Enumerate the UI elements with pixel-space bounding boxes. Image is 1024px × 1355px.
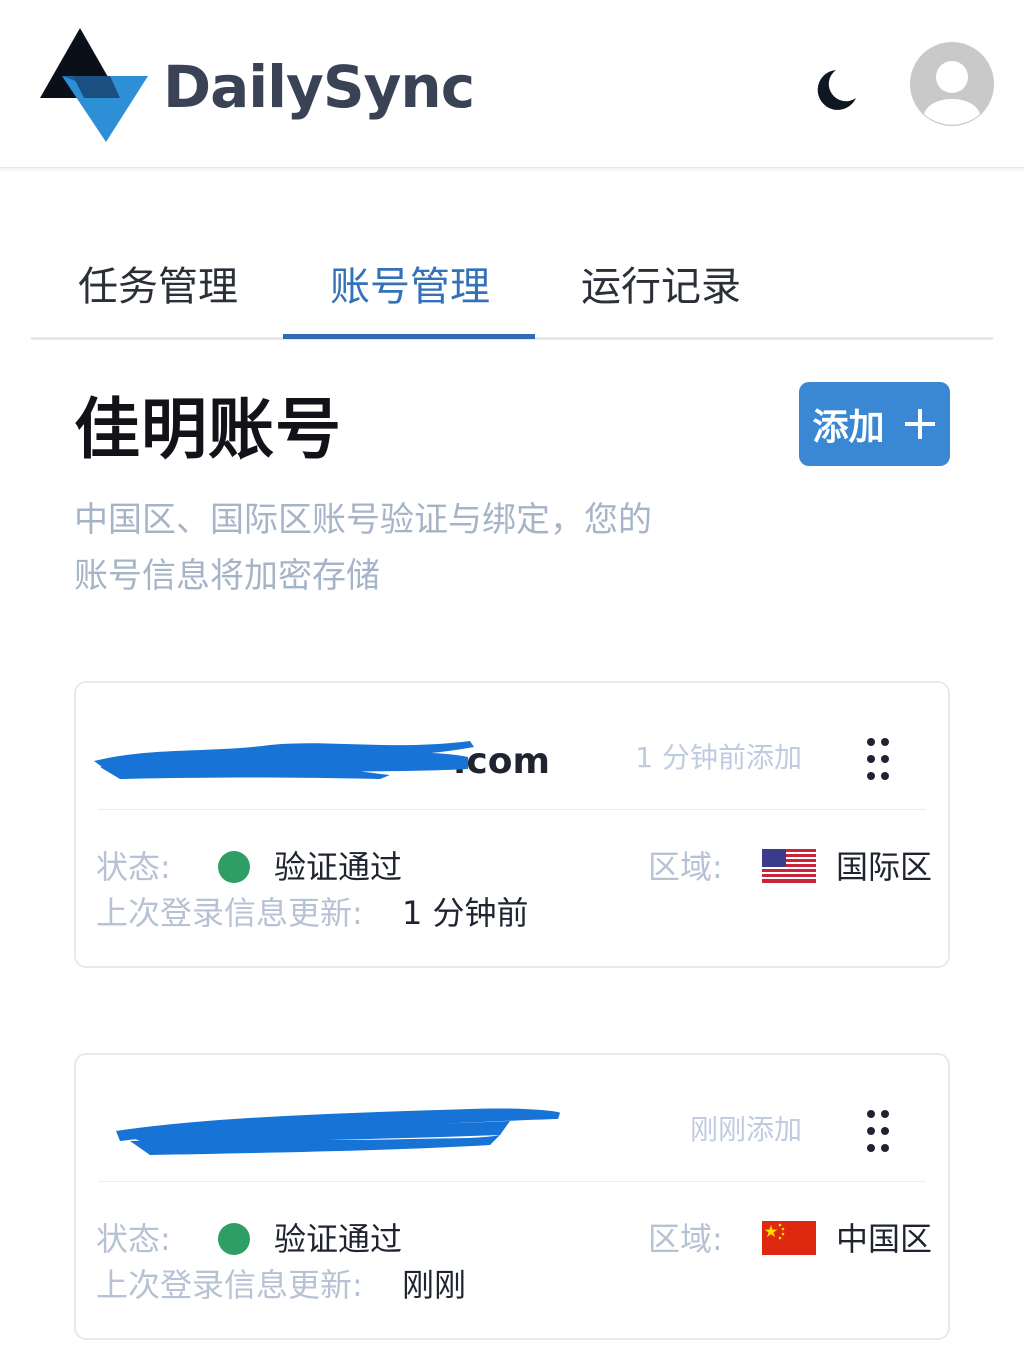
active-tab-indicator (283, 334, 535, 339)
account-email[interactable] (90, 1105, 560, 1163)
grid-dots-icon[interactable] (862, 1105, 894, 1157)
card-divider (98, 809, 926, 810)
last-update-label: 上次登录信息更新: (96, 894, 363, 932)
redaction-scribble (116, 1108, 560, 1155)
brand-name[interactable]: DailySync (163, 52, 475, 122)
page-title: 佳明账号 (74, 391, 342, 468)
redaction-scribble (94, 741, 474, 779)
status-value: 验证通过 (274, 1220, 403, 1258)
last-update-value: 刚刚 (402, 1266, 467, 1304)
last-update-value: 1 分钟前 (402, 894, 529, 932)
status-label: 状态: (96, 1220, 171, 1258)
region-value: 中国区 (836, 1220, 933, 1258)
grid-dots-icon[interactable] (862, 733, 894, 785)
status-ok-icon (218, 851, 250, 883)
status-value: 验证通过 (274, 848, 403, 886)
card-divider (98, 1181, 926, 1182)
account-email[interactable]: .com (90, 733, 560, 791)
page-description: 中国区、国际区账号验证与绑定，您的 账号信息将加密存储 (74, 492, 734, 604)
cn-flag-icon (762, 1221, 816, 1255)
add-account-button[interactable]: 添加 (799, 382, 950, 466)
description-line-2: 账号信息将加密存储 (74, 556, 380, 596)
region-value: 国际区 (836, 848, 933, 886)
tab-bar: 任务管理 账号管理 运行记录 (31, 240, 993, 340)
added-time: 1 分钟前添加 (635, 741, 802, 774)
add-button-label: 添加 (812, 407, 885, 448)
tab-task-management[interactable]: 任务管理 (73, 262, 243, 312)
moon-icon[interactable] (812, 68, 858, 110)
status-label: 状态: (96, 848, 171, 886)
us-flag-icon (762, 849, 816, 883)
region-label: 区域: (648, 1220, 723, 1258)
plus-icon (904, 409, 935, 439)
account-card: 刚刚添加 状态: 验证通过 区域: 中国区 上次登录信息更新: 刚刚 (74, 1053, 950, 1340)
description-line-1: 中国区、国际区账号验证与绑定，您的 (74, 500, 652, 540)
account-card: .com 1 分钟前添加 状态: 验证通过 区域: 国际区 上次登录信息更新: … (74, 681, 950, 968)
tab-run-log[interactable]: 运行记录 (576, 262, 746, 312)
tab-account-management[interactable]: 账号管理 (325, 262, 495, 312)
added-time: 刚刚添加 (689, 1113, 802, 1146)
dailysync-logo-icon[interactable] (38, 26, 150, 142)
app-header: DailySync (0, 0, 1024, 168)
region-label: 区域: (648, 848, 723, 886)
avatar-icon[interactable] (910, 42, 994, 126)
last-update-label: 上次登录信息更新: (96, 1266, 363, 1304)
status-ok-icon (218, 1223, 250, 1255)
